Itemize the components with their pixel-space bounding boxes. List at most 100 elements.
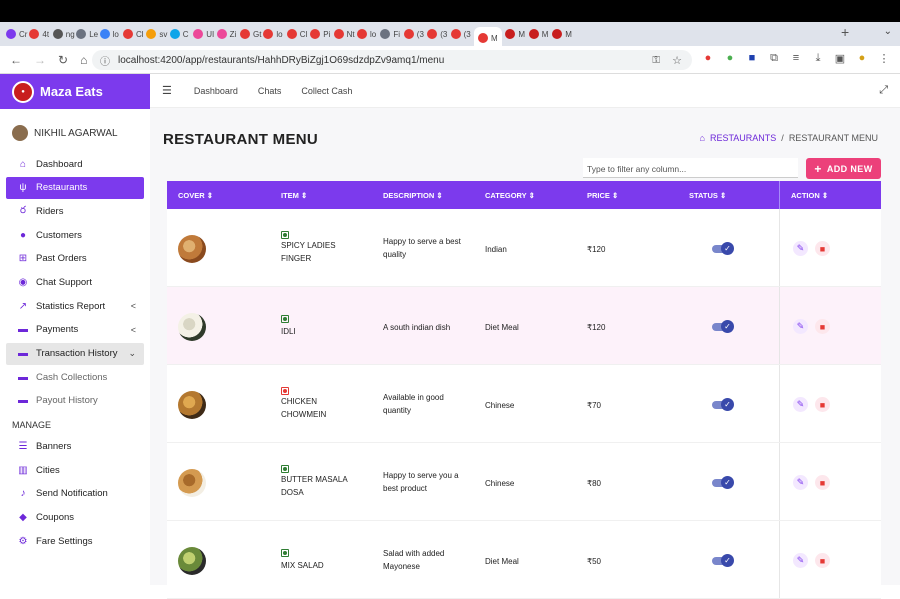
sidebar-item-riders[interactable]: ర Riders [6, 200, 144, 222]
browser-tab[interactable]: Zi [216, 25, 239, 43]
status-toggle[interactable]: ✓ [712, 476, 734, 490]
browser-tab[interactable]: C [169, 25, 192, 43]
table-row[interactable]: MIX SALAD Salad with added Mayonese Diet… [167, 521, 881, 599]
browser-tab[interactable]: lo [99, 25, 122, 43]
veg-indicator-icon [281, 231, 289, 239]
topnav-link-dashboard[interactable]: Dashboard [194, 86, 238, 96]
column-header-status[interactable]: STATUS ⇕ [689, 191, 726, 200]
sidebar-item-cities[interactable]: ▥ Cities [6, 459, 144, 481]
browser-tab[interactable]: M [528, 25, 551, 43]
sidebar-menu: ⌂ Dashboard ψ Restaurants ర Riders ● Custome… [0, 147, 150, 552]
browser-tab[interactable]: 4t [29, 25, 51, 43]
browser-tab[interactable]: Le [76, 25, 98, 43]
extension-icon[interactable]: ■ [746, 52, 758, 65]
delete-icon[interactable]: ■ [815, 553, 830, 568]
profile-avatar[interactable]: ● [856, 52, 868, 65]
password-key-icon[interactable]: ⚿ [652, 55, 660, 66]
sidebar-item-payout-history[interactable]: ▬ Payout History [6, 390, 144, 412]
browser-tab[interactable]: sv [146, 25, 168, 43]
site-info-icon[interactable]: ⓘ [100, 53, 110, 68]
sidebar-item-dashboard[interactable]: ⌂ Dashboard [6, 153, 144, 175]
delete-icon[interactable]: ■ [815, 241, 830, 256]
reload-icon[interactable]: ↻ [58, 53, 68, 67]
tab-search-icon[interactable]: ⌄ [884, 26, 892, 37]
column-header-cover[interactable]: COVER ⇕ [178, 191, 213, 200]
column-header-item[interactable]: ITEM ⇕ [281, 191, 307, 200]
browser-tab[interactable]: lo [263, 25, 285, 43]
add-new-button[interactable]: + ADD NEW [806, 158, 881, 179]
column-header-description[interactable]: DESCRIPTION ⇕ [383, 191, 443, 200]
filter-input[interactable]: Type to filter any column... [583, 158, 798, 178]
topnav-link-chats[interactable]: Chats [258, 86, 282, 96]
forward-icon[interactable]: → [34, 53, 46, 67]
browser-tab[interactable]: (3 [427, 25, 449, 43]
browser-tab[interactable]: Cl [286, 25, 309, 43]
browser-tab[interactable]: Nt [333, 25, 356, 43]
media-icon[interactable]: ≡ [790, 52, 802, 65]
brand-header[interactable]: ● Maza Eats [0, 74, 150, 109]
browser-tab[interactable]: M [505, 25, 527, 43]
sidebar-item-banners[interactable]: ☰ Banners [6, 436, 144, 458]
puzzle-icon[interactable]: ⧉ [768, 52, 780, 65]
sidebar-item-cash-collections[interactable]: ▬ Cash Collections [6, 366, 144, 388]
download-icon[interactable]: ⤓ [812, 52, 824, 65]
browser-tab[interactable]: M [552, 25, 574, 43]
browser-tab[interactable]: ng [52, 25, 75, 43]
status-toggle[interactable]: ✓ [712, 398, 734, 412]
sidebar-item-fare-settings[interactable]: ⚙ Fare Settings [6, 530, 144, 552]
extension-icon[interactable]: ● [702, 52, 714, 65]
topnav-link-collect-cash[interactable]: Collect Cash [301, 86, 352, 96]
sidebar-item-past-orders[interactable]: ⊞ Past Orders [6, 248, 144, 270]
sidebar-item-restaurants[interactable]: ψ Restaurants [6, 176, 144, 199]
sidebar-item-send-notification[interactable]: ♪ Send Notification [6, 483, 144, 505]
browser-tab[interactable]: Cr [6, 25, 28, 43]
edit-icon[interactable]: ✎ [793, 553, 808, 568]
column-header-category[interactable]: CATEGORY ⇕ [485, 191, 535, 200]
user-profile[interactable]: NIKHIL AGARWAL [0, 109, 150, 147]
delete-icon[interactable]: ■ [815, 475, 830, 490]
delete-icon[interactable]: ■ [815, 397, 830, 412]
home-browser-icon[interactable]: ⌂ [80, 53, 87, 67]
home-icon[interactable]: ⌂ [700, 133, 705, 143]
sidepanel-icon[interactable]: ▣ [834, 52, 846, 65]
status-toggle[interactable]: ✓ [712, 320, 734, 334]
table-row[interactable]: IDLI A south indian dish Diet Meal ₹120 … [167, 287, 881, 365]
edit-icon[interactable]: ✎ [793, 319, 808, 334]
breadcrumb-restaurants-link[interactable]: RESTAURANTS [710, 133, 776, 143]
browser-tab[interactable]: (3 [403, 25, 426, 43]
status-toggle[interactable]: ✓ [712, 554, 734, 568]
browser-menu-icon[interactable]: ⋮ [878, 52, 890, 65]
fullscreen-icon[interactable]: ⤢ [879, 84, 888, 97]
edit-icon[interactable]: ✎ [793, 475, 808, 490]
edit-icon[interactable]: ✎ [793, 241, 808, 256]
browser-tab[interactable]: UI [193, 25, 215, 43]
sidebar-item-statistics-report[interactable]: ↗ Statistics Report < [6, 295, 144, 317]
browser-tab[interactable]: Pi [310, 25, 332, 43]
table-row[interactable]: CHICKEN CHOWMEIN Available in good quant… [167, 365, 881, 443]
column-header-action[interactable]: ACTION ⇕ [791, 191, 828, 200]
browser-tab[interactable]: Gt [240, 25, 262, 43]
browser-tab[interactable]: lo [357, 25, 379, 43]
bookmark-star-icon[interactable]: ☆ [672, 54, 682, 67]
table-row[interactable]: BUTTER MASALA DOSA Happy to serve you a … [167, 443, 881, 521]
sidebar-item-transaction-history[interactable]: ▬ Transaction History ⌄ [6, 342, 144, 365]
url-input[interactable]: ⓘ localhost:4200/app/restaurants/HahhDRy… [92, 50, 692, 70]
back-icon[interactable]: ← [10, 53, 22, 67]
hamburger-menu-icon[interactable]: ☰ [162, 84, 172, 97]
delete-icon[interactable]: ■ [815, 319, 830, 334]
sidebar-item-customers[interactable]: ● Customers [6, 224, 144, 246]
extension-icon[interactable]: ● [724, 52, 736, 65]
sidebar-item-coupons[interactable]: ◆ Coupons [6, 507, 144, 529]
sidebar-item-label: Cash Collections [36, 371, 108, 383]
edit-icon[interactable]: ✎ [793, 397, 808, 412]
column-header-price[interactable]: PRICE ⇕ [587, 191, 618, 200]
browser-tab[interactable]: Cl [123, 25, 145, 43]
new-tab-button[interactable]: + [841, 24, 849, 40]
browser-tab[interactable]: (3 [450, 25, 473, 43]
sidebar-item-chat-support[interactable]: ◉ Chat Support [6, 271, 144, 293]
status-toggle[interactable]: ✓ [712, 242, 734, 256]
tab-favicon-icon [357, 29, 367, 39]
browser-tab[interactable]: Fi [380, 25, 402, 43]
table-row[interactable]: SPICY LADIES FINGER Happy to serve a bes… [167, 209, 881, 287]
sidebar-item-payments[interactable]: ▬ Payments < [6, 319, 144, 341]
